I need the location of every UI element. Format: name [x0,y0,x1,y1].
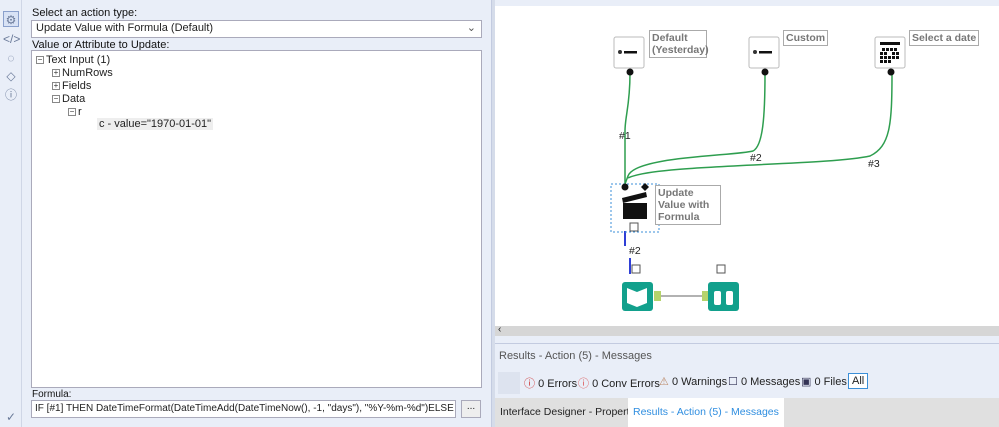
error-icon: ⓘ [524,378,535,390]
update-node-label: Update Value with Formula [655,185,721,225]
warnings-filter[interactable]: ⚠ 0 Warnings [659,375,727,388]
help-icon[interactable]: ⓘ [3,87,19,103]
bottom-tab-bar: Interface Designer - Properties Results … [495,398,999,427]
custom-node-label: Custom [783,30,829,46]
message-icon: ☐ [728,376,738,388]
conv-error-icon: ⓘ [578,378,589,390]
tree-label: Text Input (1) [46,54,111,66]
formula-label: Formula: [32,389,72,400]
scroll-left-icon[interactable]: ‹ [498,324,501,335]
value-tree[interactable]: − Text Input (1) + NumRows + Fields − Data −… [31,50,482,388]
default-node-label: Default (Yesterday) [649,30,709,58]
interface-output-tool[interactable] [622,264,653,311]
default-radio-tool[interactable] [613,36,645,76]
horizontal-scrollbar[interactable]: ‹ [495,324,999,336]
configuration-panel: Select an action type: Update Value with… [23,0,491,427]
gear-icon[interactable]: ⚙ [3,11,19,27]
side-icon-strip: ⚙ </> ◌ ◇ ⓘ ✓ [0,0,22,427]
tree-label: Data [62,93,86,105]
tab-results-messages[interactable]: Results - Action (5) - Messages [628,398,784,427]
tree-node-fields[interactable]: + Fields [52,80,91,92]
conv-errors-count: 0 Conv Errors [592,378,660,390]
date-node-label: Select a date [909,30,980,46]
errors-filter[interactable]: ⓘ 0 Errors [524,375,577,391]
connection-label-1: #1 [619,130,631,142]
expand-icon[interactable]: + [52,69,60,78]
results-header: Results - Action (5) - Messages [495,343,999,370]
custom-radio-tool[interactable] [748,36,780,76]
connection-label-4: #2 [629,245,641,257]
messages-count: 0 Messages [740,376,801,388]
files-filter[interactable]: ▣ 0 Files [801,375,847,388]
browse-tool[interactable] [708,264,739,311]
tab-interface-designer-properties[interactable]: Interface Designer - Properties [495,398,648,427]
tree-label: NumRows [62,67,113,79]
all-filter-button[interactable]: All [848,373,869,389]
expand-icon[interactable]: + [52,82,60,91]
action-type-label: Select an action type: [32,7,138,19]
formula-editor-button[interactable]: ... [461,400,481,418]
warnings-count: 0 Warnings [671,376,728,388]
code-icon[interactable]: </> [3,31,20,47]
grip-handle[interactable] [498,372,520,394]
action-type-dropdown[interactable]: Update Value with Formula (Default) ⌄ [31,20,482,38]
warning-icon: ⚠ [659,376,669,388]
collapse-icon[interactable]: − [68,108,76,117]
file-icon: ▣ [801,376,812,388]
tree-label: Fields [62,80,92,92]
connection-label-3: #3 [868,158,880,170]
connection-1 [624,72,631,184]
update-value-tool[interactable] [610,183,660,233]
results-toolbar: ⓘ 0 Errors ⓘ 0 Conv Errors ⚠ 0 Warnings … [495,370,999,396]
tag-icon[interactable]: ◇ [3,68,19,84]
tree-node-r[interactable]: − r [68,106,82,118]
connection-2 [624,72,766,185]
tree-node-numrows[interactable]: + NumRows [52,67,113,79]
errors-count: 0 Errors [538,378,578,390]
tree-node-c-value[interactable]: c - value="1970-01-01" [97,118,214,130]
collapse-icon[interactable]: − [36,56,44,65]
tree-node-data[interactable]: − Data [52,93,85,105]
chevron-down-icon: ⌄ [466,22,476,34]
connection-label-2: #2 [750,152,762,164]
date-tool[interactable] [874,36,906,76]
check-circle-icon: ✓ [5,410,17,424]
tree-node-text-input[interactable]: − Text Input (1) [36,54,110,66]
formula-input[interactable]: IF [#1] THEN DateTimeFormat(DateTimeAdd(… [31,400,456,418]
conv-errors-filter[interactable]: ⓘ 0 Conv Errors [578,375,660,391]
tree-label: r [78,106,82,118]
messages-filter[interactable]: ☐ 0 Messages [728,375,800,388]
workflow-canvas[interactable]: #1 #2 #3 #2 Default (Yesterday) Custom S… [495,6,999,326]
collapse-icon[interactable]: − [52,95,60,104]
export-icon[interactable]: ◌ [3,50,19,66]
action-type-value: Update Value with Formula (Default) [36,22,214,34]
files-count: 0 Files [814,376,847,388]
